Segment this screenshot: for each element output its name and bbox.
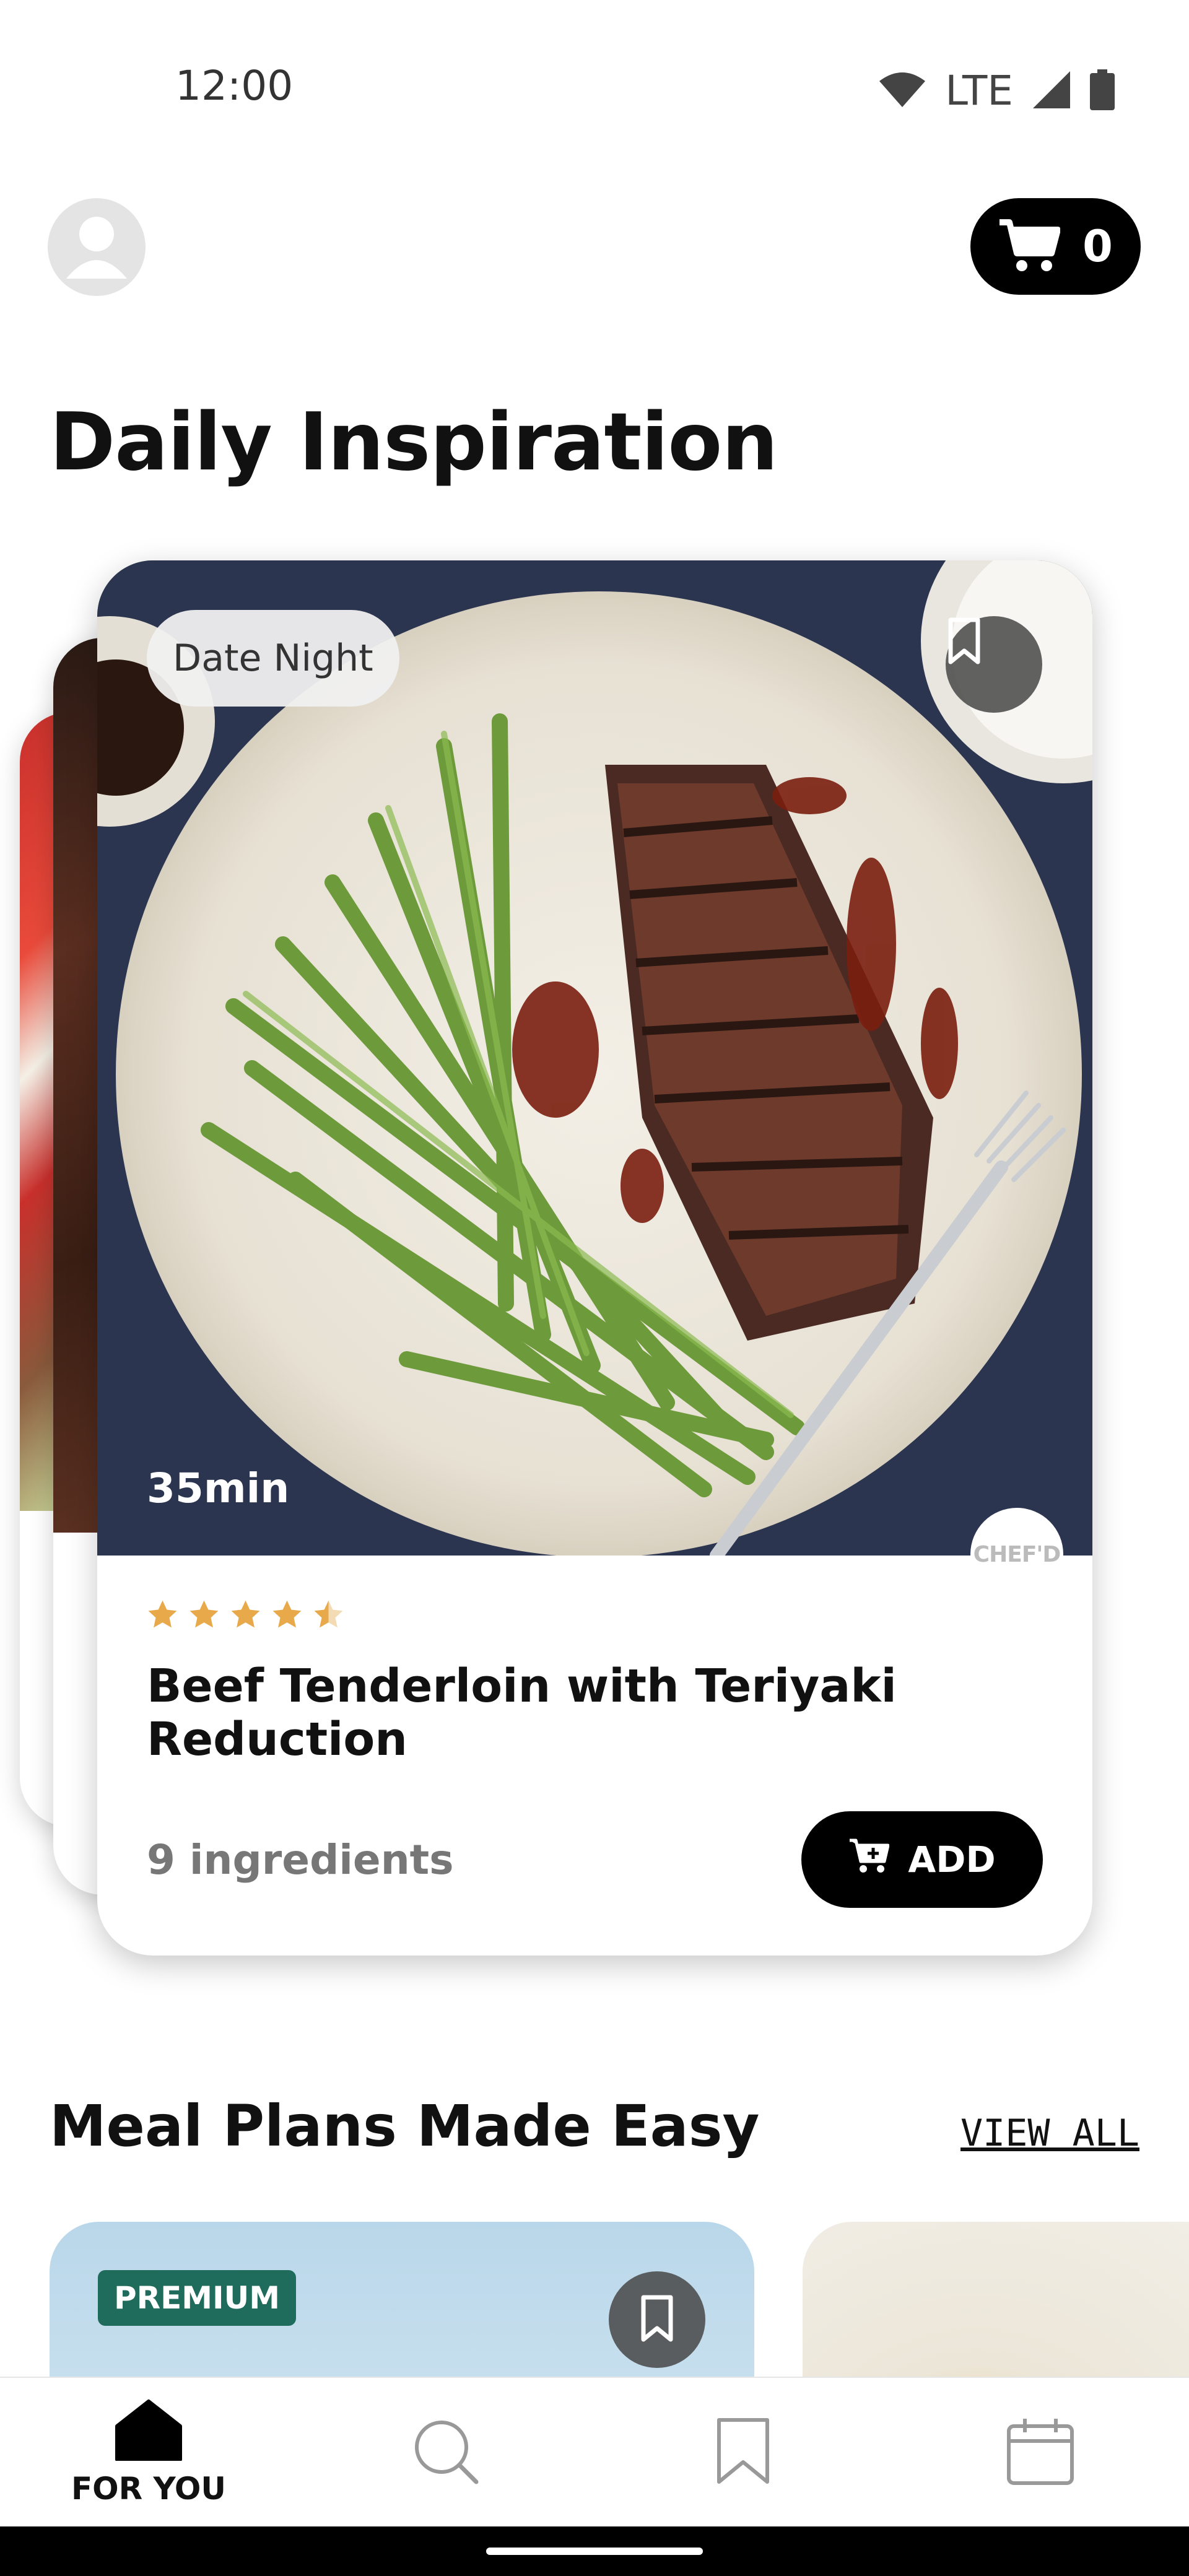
bookmark-icon	[638, 2294, 676, 2346]
ingredients-count: 9 ingredients	[147, 1836, 454, 1884]
save-plan-button[interactable]	[609, 2271, 705, 2368]
section-title-daily-inspiration: Daily Inspiration	[50, 396, 778, 489]
bookmark-icon	[715, 2417, 771, 2488]
recipe-card[interactable]: Date Night 35min CHEF'D Beef Tenderloin …	[97, 560, 1092, 1956]
brand-logo: CHEF'D	[970, 1508, 1063, 1601]
status-bar: 12:00 LTE	[0, 0, 1189, 180]
system-gesture-bar	[0, 2526, 1189, 2576]
premium-badge: PREMIUM	[98, 2270, 297, 2326]
home-icon	[115, 2399, 183, 2463]
section-title-meal-plans: Meal Plans Made Easy	[50, 2093, 760, 2159]
nav-for-you[interactable]: FOR YOU	[0, 2378, 297, 2528]
home-gesture-handle[interactable]	[486, 2548, 703, 2555]
nav-saved[interactable]	[594, 2378, 892, 2528]
cart-count: 0	[1082, 221, 1113, 272]
view-all-link[interactable]: VIEW ALL	[960, 2112, 1139, 2155]
save-recipe-button[interactable]	[946, 616, 1042, 713]
cart-icon	[998, 217, 1061, 276]
add-label: ADD	[908, 1838, 996, 1881]
nav-label: FOR YOU	[71, 2471, 227, 2507]
wifi-icon	[879, 72, 926, 110]
cart-button[interactable]: 0	[970, 198, 1141, 295]
cart-add-icon	[848, 1837, 890, 1882]
nav-calendar[interactable]	[892, 2378, 1189, 2528]
recipe-image: Date Night 35min	[97, 560, 1092, 1556]
star-half-icon	[314, 1600, 343, 1628]
search-icon	[412, 2417, 480, 2488]
user-icon	[66, 217, 127, 279]
recipe-title[interactable]: Beef Tenderloin with Teriyaki Reduction	[147, 1660, 1051, 1766]
battery-icon	[1090, 69, 1115, 113]
profile-avatar[interactable]	[48, 198, 146, 296]
star-icon	[148, 1600, 177, 1628]
cook-time: 35min	[147, 1464, 290, 1512]
status-time: 12:00	[175, 62, 294, 110]
star-icon	[231, 1600, 260, 1628]
calendar-icon	[1006, 2417, 1074, 2488]
bottom-navigation: FOR YOU	[0, 2377, 1189, 2526]
nav-search[interactable]	[297, 2378, 594, 2528]
star-icon	[272, 1600, 302, 1628]
add-to-cart-button[interactable]: ADD	[801, 1811, 1043, 1908]
star-rating	[146, 1598, 346, 1632]
recipe-tag: Date Night	[147, 610, 399, 707]
star-icon	[189, 1600, 219, 1628]
network-label: LTE	[945, 67, 1013, 115]
signal-icon	[1033, 71, 1070, 111]
status-icons: LTE	[879, 67, 1115, 115]
